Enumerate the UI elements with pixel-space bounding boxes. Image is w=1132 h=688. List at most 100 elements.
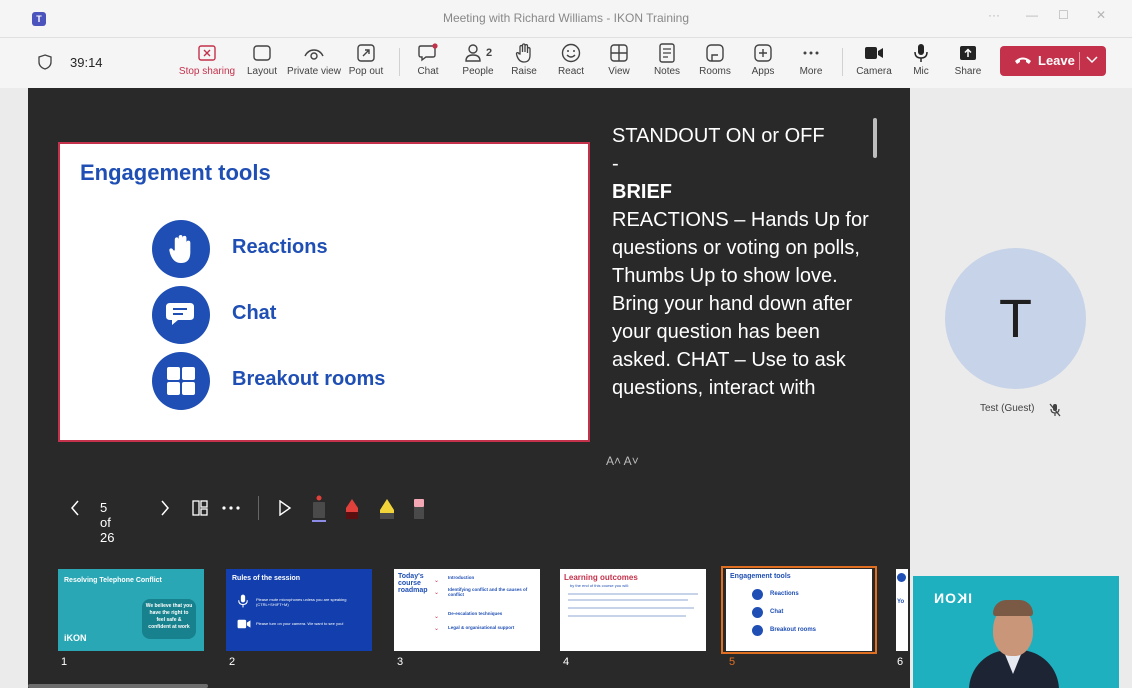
stop-sharing-button[interactable]: Stop sharing bbox=[178, 42, 236, 84]
chevron-right-icon[interactable] bbox=[160, 500, 170, 516]
slide-thumbnail[interactable]: Today's course roadmap Introduction Iden… bbox=[394, 569, 540, 651]
slide-grid-icon[interactable] bbox=[192, 500, 208, 516]
hand-icon bbox=[515, 43, 531, 63]
thumbnail-scrollbar[interactable] bbox=[28, 684, 208, 688]
smiley-icon bbox=[561, 43, 581, 63]
rooms-button[interactable]: Rooms bbox=[698, 42, 732, 84]
eraser-icon[interactable] bbox=[412, 498, 426, 520]
current-slide: Engagement tools Reactions Chat Breakout… bbox=[58, 142, 590, 442]
window-title-bar: T Meeting with Richard Williams - IKON T… bbox=[0, 0, 1132, 38]
chevron-markers: ⌄ ⌄ ⌄ ⌄ bbox=[434, 578, 440, 632]
layout-button[interactable]: Layout bbox=[244, 42, 280, 84]
participant-name: Test (Guest) bbox=[980, 403, 1035, 414]
more-button[interactable]: More bbox=[796, 42, 826, 84]
thumbnail-brand: iKON bbox=[64, 633, 87, 643]
window-more-icon[interactable]: ··· bbox=[988, 8, 1000, 22]
notes-body: REACTIONS – Hands Up for questions or vo… bbox=[612, 209, 869, 399]
slide-thumbnail[interactable]: Rules of the session Please mute microph… bbox=[226, 569, 372, 651]
grid-icon bbox=[752, 625, 763, 636]
self-video-preview[interactable]: IKON bbox=[913, 576, 1119, 688]
raise-label: Raise bbox=[511, 66, 537, 77]
share-button[interactable]: Share bbox=[952, 42, 984, 84]
speaker-notes[interactable]: STANDOUT ON or OFF - BRIEF REACTIONS – H… bbox=[612, 122, 882, 402]
share-label: Share bbox=[954, 66, 982, 77]
pointer-icon[interactable] bbox=[278, 500, 292, 516]
maximize-icon[interactable]: ☐ bbox=[1058, 8, 1069, 22]
notes-scrollbar[interactable] bbox=[873, 118, 877, 158]
slide-thumbnail[interactable]: Learning outcomes by the end of this cou… bbox=[560, 569, 706, 651]
thumbnail-item: Introduction bbox=[448, 575, 475, 580]
thumbnail-item: Legal & organisational support bbox=[448, 625, 515, 630]
chevron-left-icon[interactable] bbox=[70, 500, 80, 516]
highlighter-icon[interactable] bbox=[378, 498, 396, 520]
chevron-down-icon[interactable] bbox=[1086, 56, 1098, 64]
thumbnail-text: Please mute microphones unless you are s… bbox=[256, 597, 347, 607]
shield-icon[interactable] bbox=[38, 54, 52, 70]
chat-icon bbox=[418, 43, 438, 62]
thumbnail-title: Learning outcomes bbox=[564, 573, 638, 582]
thumbnail-title: Yo bbox=[897, 599, 905, 605]
view-button[interactable]: View bbox=[604, 42, 634, 84]
notes-button[interactable]: Notes bbox=[650, 42, 684, 84]
slide-item-breakout-rooms: Breakout rooms bbox=[152, 352, 572, 412]
thumbnail-title: Today's course roadmap bbox=[398, 573, 428, 594]
rooms-icon bbox=[706, 44, 724, 62]
pen-red-icon[interactable] bbox=[344, 498, 360, 520]
thumbnail-number: 2 bbox=[229, 656, 236, 668]
share-icon bbox=[960, 46, 976, 60]
react-button[interactable]: React bbox=[554, 42, 588, 84]
view-label: View bbox=[608, 66, 630, 77]
more-icon bbox=[803, 51, 819, 55]
stop-sharing-label: Stop sharing bbox=[178, 66, 236, 77]
raise-hand-button[interactable]: Raise bbox=[508, 42, 540, 84]
camera-label: Camera bbox=[856, 66, 892, 77]
thumbnail-number: 5 bbox=[729, 656, 736, 668]
slide-thumbnail[interactable]: Resolving Telephone Conflict We believe … bbox=[58, 569, 204, 651]
thumbnail-title: Resolving Telephone Conflict bbox=[64, 577, 162, 584]
participant-avatar[interactable]: T bbox=[945, 248, 1086, 389]
mic-icon bbox=[238, 594, 248, 608]
thumbnail-item: Breakout rooms bbox=[770, 627, 817, 633]
toolbar-divider bbox=[842, 48, 843, 76]
mic-muted-icon bbox=[1049, 403, 1061, 417]
apps-button[interactable]: Apps bbox=[748, 42, 778, 84]
chat-bubbles-icon bbox=[752, 607, 763, 618]
phone-hangup-icon bbox=[1015, 57, 1031, 64]
notes-font-size-controls[interactable]: A˄ A˅ bbox=[606, 454, 639, 468]
slide-item-reactions: Reactions bbox=[152, 220, 572, 280]
thumbnail-title: Rules of the session bbox=[232, 575, 301, 582]
layout-icon bbox=[253, 45, 271, 61]
slide-item-label: Chat bbox=[232, 302, 277, 324]
private-view-button[interactable]: Private view bbox=[286, 42, 342, 84]
toolbar-divider bbox=[399, 48, 400, 76]
chat-label: Chat bbox=[417, 66, 439, 77]
grid-icon bbox=[152, 352, 210, 410]
notes-icon bbox=[659, 43, 675, 63]
people-button[interactable]: 2 People bbox=[458, 42, 498, 84]
more-icon[interactable] bbox=[222, 506, 240, 510]
slidebar-divider bbox=[258, 496, 259, 520]
chat-button[interactable]: Chat bbox=[412, 42, 444, 84]
pop-out-icon bbox=[357, 44, 375, 62]
meeting-toolbar: 39:14 Stop sharing Layout Private view P… bbox=[0, 38, 1132, 88]
slide-thumbnail-selected[interactable]: Engagement tools Reactions Chat Breakout… bbox=[726, 569, 872, 651]
thumbnail-number: 3 bbox=[397, 656, 404, 668]
leave-label: Leave bbox=[1038, 53, 1075, 68]
mic-button[interactable]: Mic bbox=[906, 42, 936, 84]
minimize-icon[interactable]: — bbox=[1026, 8, 1038, 22]
camera-button[interactable]: Camera bbox=[854, 42, 894, 84]
camera-icon bbox=[865, 47, 883, 59]
slide-thumbnail[interactable]: Yo bbox=[896, 569, 908, 651]
pop-out-button[interactable]: Pop out bbox=[348, 42, 384, 84]
thumbnail-title: Engagement tools bbox=[730, 573, 791, 580]
window-title: Meeting with Richard Williams - IKON Tra… bbox=[442, 11, 690, 25]
plus-icon bbox=[754, 44, 772, 62]
hand-icon bbox=[752, 589, 763, 600]
leave-divider bbox=[1079, 52, 1080, 70]
slide-item-chat: Chat bbox=[152, 286, 572, 346]
close-icon[interactable]: ✕ bbox=[1096, 8, 1106, 22]
laser-pointer-icon[interactable] bbox=[310, 494, 328, 524]
people-label: People bbox=[462, 66, 494, 77]
leave-button[interactable]: Leave bbox=[1000, 46, 1106, 76]
more-label: More bbox=[799, 66, 823, 77]
